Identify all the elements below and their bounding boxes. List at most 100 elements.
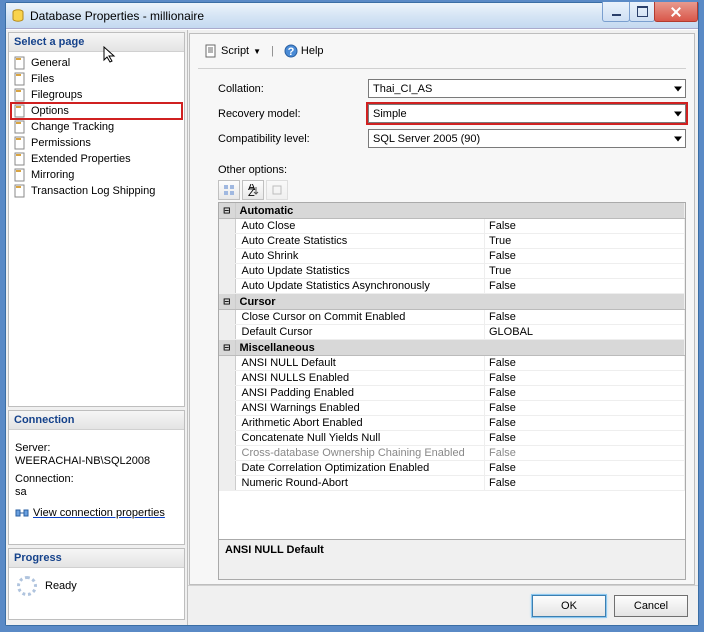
property-row[interactable]: Close Cursor on Commit EnabledFalse bbox=[219, 310, 685, 325]
sidebar-item-options[interactable]: Options bbox=[11, 103, 182, 119]
property-value[interactable]: True bbox=[485, 234, 685, 249]
connection-header: Connection bbox=[9, 411, 184, 430]
sidebar-item-mirroring[interactable]: Mirroring bbox=[11, 167, 182, 183]
progress-header: Progress bbox=[9, 549, 184, 568]
property-value[interactable]: GLOBAL bbox=[485, 325, 685, 340]
property-value[interactable]: False bbox=[485, 279, 685, 294]
maximize-button[interactable] bbox=[629, 2, 655, 22]
property-category[interactable]: ⊟Automatic bbox=[219, 203, 685, 219]
property-key: Auto Close bbox=[235, 219, 485, 234]
property-value[interactable]: False bbox=[485, 446, 685, 461]
collation-value: Thai_CI_AS bbox=[373, 83, 432, 95]
cancel-button[interactable]: Cancel bbox=[614, 595, 688, 617]
property-value[interactable]: False bbox=[485, 431, 685, 446]
progress-spinner-icon bbox=[17, 576, 37, 596]
sidebar-item-files[interactable]: Files bbox=[11, 71, 182, 87]
minimize-button[interactable] bbox=[602, 2, 630, 22]
property-value[interactable]: False bbox=[485, 401, 685, 416]
property-row[interactable]: Concatenate Null Yields NullFalse bbox=[219, 431, 685, 446]
property-key: Date Correlation Optimization Enabled bbox=[235, 461, 485, 476]
property-row[interactable]: Numeric Round-AbortFalse bbox=[219, 476, 685, 491]
dropdown-arrow-icon: ▼ bbox=[253, 47, 261, 56]
collapse-icon[interactable]: ⊟ bbox=[219, 203, 235, 219]
page-icon bbox=[13, 88, 27, 102]
collapse-icon[interactable]: ⊟ bbox=[219, 340, 235, 356]
property-row[interactable]: ANSI Padding EnabledFalse bbox=[219, 386, 685, 401]
titlebar: Database Properties - millionaire bbox=[6, 3, 698, 29]
recovery-model-value: Simple bbox=[373, 108, 407, 120]
options-form: Collation: Thai_CI_AS Recovery model: Si… bbox=[198, 69, 686, 160]
sidebar-item-general[interactable]: General bbox=[11, 55, 182, 71]
sidebar-item-label: General bbox=[31, 57, 70, 69]
sidebar-item-label: Mirroring bbox=[31, 169, 74, 181]
alphabetical-button[interactable]: AZ bbox=[242, 180, 264, 200]
property-value[interactable]: False bbox=[485, 219, 685, 234]
property-grid-scroll[interactable]: ⊟AutomaticAuto CloseFalseAuto Create Sta… bbox=[219, 203, 685, 539]
property-value[interactable]: False bbox=[485, 476, 685, 491]
property-row[interactable]: Default CursorGLOBAL bbox=[219, 325, 685, 340]
page-icon bbox=[13, 136, 27, 150]
dropdown-arrow-icon bbox=[674, 111, 682, 116]
property-value[interactable]: False bbox=[485, 416, 685, 431]
property-value[interactable]: False bbox=[485, 461, 685, 476]
sidebar-item-label: Options bbox=[31, 105, 69, 117]
property-row[interactable]: ANSI NULLS EnabledFalse bbox=[219, 371, 685, 386]
sidebar-item-change-tracking[interactable]: Change Tracking bbox=[11, 119, 182, 135]
property-description-title: ANSI NULL Default bbox=[225, 544, 679, 556]
property-category-name: Automatic bbox=[235, 203, 685, 219]
property-value[interactable]: False bbox=[485, 356, 685, 371]
property-row[interactable]: Auto CloseFalse bbox=[219, 219, 685, 234]
property-value[interactable]: False bbox=[485, 371, 685, 386]
collation-combo[interactable]: Thai_CI_AS bbox=[368, 79, 686, 98]
sidebar-item-transaction-log-shipping[interactable]: Transaction Log Shipping bbox=[11, 183, 182, 199]
property-value[interactable]: False bbox=[485, 249, 685, 264]
sidebar-item-extended-properties[interactable]: Extended Properties bbox=[11, 151, 182, 167]
server-label: Server: bbox=[15, 442, 178, 454]
compat-level-combo[interactable]: SQL Server 2005 (90) bbox=[368, 129, 686, 148]
recovery-model-combo[interactable]: Simple bbox=[368, 104, 686, 123]
collapse-icon[interactable]: ⊟ bbox=[219, 294, 235, 310]
close-button[interactable] bbox=[654, 2, 698, 22]
page-list: General Files Filegroups Options Change Trac… bbox=[9, 52, 184, 406]
property-key: Auto Shrink bbox=[235, 249, 485, 264]
help-button[interactable]: ? Help bbox=[278, 42, 330, 60]
property-value[interactable]: False bbox=[485, 310, 685, 325]
property-category[interactable]: ⊟Miscellaneous bbox=[219, 340, 685, 356]
property-row[interactable]: Auto Update StatisticsTrue bbox=[219, 264, 685, 279]
view-connection-properties-text: View connection properties bbox=[33, 507, 165, 519]
sidebar-item-filegroups[interactable]: Filegroups bbox=[11, 87, 182, 103]
compat-level-label: Compatibility level: bbox=[218, 133, 368, 145]
page-selector-panel: Select a page General Files Filegroups Opti… bbox=[8, 32, 185, 407]
select-page-header: Select a page bbox=[9, 33, 184, 52]
property-value[interactable]: True bbox=[485, 264, 685, 279]
sidebar-item-permissions[interactable]: Permissions bbox=[11, 135, 182, 151]
ok-button[interactable]: OK bbox=[532, 595, 606, 617]
script-button[interactable]: Script ▼ bbox=[198, 42, 267, 60]
property-grid-toolbar: AZ bbox=[218, 180, 686, 200]
sidebar-item-label: Files bbox=[31, 73, 54, 85]
property-key: Close Cursor on Commit Enabled bbox=[235, 310, 485, 325]
svg-text:?: ? bbox=[288, 46, 295, 58]
property-row[interactable]: ANSI Warnings EnabledFalse bbox=[219, 401, 685, 416]
property-value[interactable]: False bbox=[485, 386, 685, 401]
property-key: ANSI NULL Default bbox=[235, 356, 485, 371]
connection-value: sa bbox=[15, 486, 178, 498]
view-connection-properties-link[interactable]: View connection properties bbox=[15, 506, 178, 520]
categorized-button[interactable] bbox=[218, 180, 240, 200]
property-row[interactable]: ANSI NULL DefaultFalse bbox=[219, 356, 685, 371]
property-category-name: Cursor bbox=[235, 294, 685, 310]
property-key: Arithmetic Abort Enabled bbox=[235, 416, 485, 431]
property-category[interactable]: ⊟Cursor bbox=[219, 294, 685, 310]
page-icon bbox=[13, 184, 27, 198]
property-key: Default Cursor bbox=[235, 325, 485, 340]
property-row[interactable]: Cross-database Ownership Chaining Enable… bbox=[219, 446, 685, 461]
page-icon bbox=[13, 56, 27, 70]
property-row[interactable]: Auto Update Statistics AsynchronouslyFal… bbox=[219, 279, 685, 294]
database-properties-dialog: Database Properties - millionaire Select… bbox=[5, 2, 699, 626]
property-row[interactable]: Auto ShrinkFalse bbox=[219, 249, 685, 264]
recovery-model-label: Recovery model: bbox=[218, 108, 368, 120]
property-row[interactable]: Date Correlation Optimization EnabledFal… bbox=[219, 461, 685, 476]
sidebar-item-label: Permissions bbox=[31, 137, 91, 149]
property-row[interactable]: Arithmetic Abort EnabledFalse bbox=[219, 416, 685, 431]
property-row[interactable]: Auto Create StatisticsTrue bbox=[219, 234, 685, 249]
